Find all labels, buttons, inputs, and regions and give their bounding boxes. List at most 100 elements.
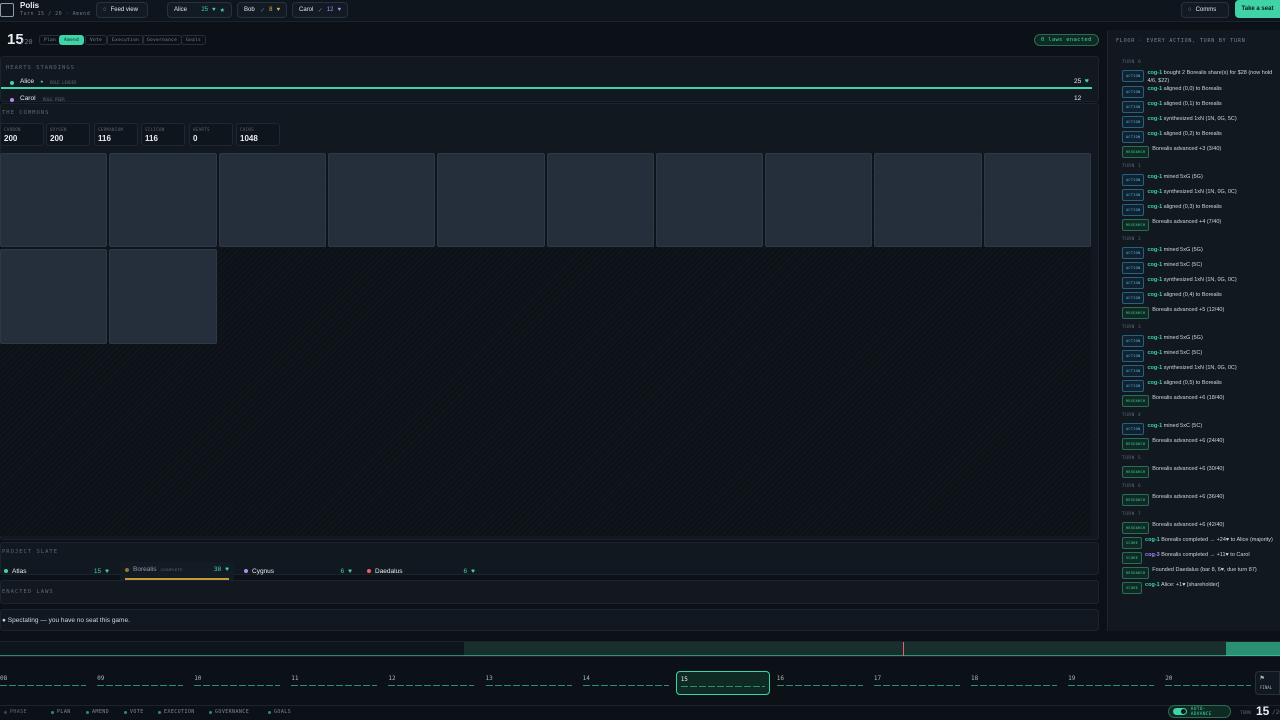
grid-cell[interactable] bbox=[109, 249, 217, 344]
player-pill-carol[interactable]: Carol ✓ 12 ♥ bbox=[292, 2, 348, 18]
grid-cell[interactable] bbox=[547, 346, 654, 440]
feed-entry-text: Borealis completed → +24♥ to Alice (majo… bbox=[1161, 537, 1273, 543]
feed-turn-label: TURN 7 bbox=[1122, 512, 1142, 517]
grid-cell[interactable] bbox=[0, 442, 107, 536]
grid-cell[interactable] bbox=[109, 346, 216, 440]
phase-tab-goals[interactable]: Goals bbox=[181, 35, 207, 45]
comms-button[interactable]: ◌ Comms bbox=[1181, 2, 1229, 18]
grid-cell[interactable] bbox=[0, 249, 108, 344]
feed-entry-tag: RESEARCH bbox=[1122, 219, 1150, 231]
grid-cell[interactable] bbox=[874, 249, 981, 343]
app-subtitle: Turn 15 / 20 · Amend bbox=[20, 11, 91, 17]
timeline-turn-progress bbox=[485, 685, 572, 686]
timeline-turn-16[interactable]: 16 bbox=[773, 671, 867, 695]
grid-cell[interactable] bbox=[218, 153, 326, 248]
grid-cell[interactable] bbox=[874, 346, 981, 440]
grid-cell[interactable] bbox=[984, 249, 1091, 343]
grid-cell[interactable] bbox=[437, 346, 544, 440]
feed-entry: RESEARCH Borealis advanced +6 (24/40) bbox=[1122, 437, 1278, 452]
grid-cell[interactable] bbox=[327, 153, 436, 248]
scrubber-playhead[interactable] bbox=[903, 642, 904, 656]
bottom-turn-value: 15 bbox=[1256, 704, 1270, 718]
grid-cell[interactable] bbox=[437, 249, 544, 343]
final-turn-button[interactable]: ⚑ FINAL bbox=[1255, 671, 1280, 695]
feed-entry: ACTION cog-1 aligned (0,5) to Borealis bbox=[1122, 379, 1278, 394]
feed-view-button[interactable]: ◌ Feed view bbox=[96, 2, 148, 18]
grid-cell[interactable] bbox=[219, 442, 326, 536]
timeline-turn-20[interactable]: 20 bbox=[1161, 671, 1255, 695]
player-pill-alice[interactable]: Alice 25 ♥ ★ bbox=[167, 2, 232, 18]
timeline-turn-09[interactable]: 09 bbox=[93, 671, 187, 695]
phase-tab-governance[interactable]: Governance bbox=[142, 35, 183, 45]
player-pill-bob[interactable]: Bob ✓ 8 ♥ bbox=[237, 2, 287, 18]
timeline-turn-13[interactable]: 13 bbox=[482, 671, 576, 695]
grid-cell[interactable] bbox=[0, 153, 108, 248]
project-daedalus[interactable]: Daedalus 6 ♥ bbox=[367, 564, 475, 578]
grid-cell[interactable] bbox=[984, 346, 1091, 440]
grid-cell[interactable] bbox=[219, 346, 326, 440]
timeline-turn-11[interactable]: 11 bbox=[287, 671, 381, 695]
grid-cell[interactable] bbox=[328, 249, 435, 343]
bottom-phase-execution[interactable]: EXECUTION bbox=[158, 709, 195, 715]
chat-icon: ◌ bbox=[1188, 7, 1192, 13]
grid-cell[interactable] bbox=[765, 153, 873, 248]
bottom-phase-goals[interactable]: GOALS bbox=[268, 709, 291, 715]
feed-entry-tag: ACTION bbox=[1122, 131, 1145, 143]
bottom-phase-governance[interactable]: GOVERNANCE bbox=[209, 709, 249, 715]
bottom-turn-label: TURN bbox=[1240, 711, 1251, 716]
timeline-turn-18[interactable]: 18 bbox=[967, 671, 1061, 695]
grid-cell[interactable] bbox=[546, 153, 654, 248]
timeline-turn-14[interactable]: 14 bbox=[579, 671, 673, 695]
phase-tab-vote[interactable]: Vote bbox=[85, 35, 108, 45]
grid-cell[interactable] bbox=[109, 442, 216, 536]
bottom-phase-plan[interactable]: PLAN bbox=[51, 709, 71, 715]
feed-entry-actor: cog-1 bbox=[1147, 174, 1163, 180]
flag-icon: ⚑ bbox=[1260, 674, 1265, 682]
project-atlas[interactable]: Atlas 15 ♥ bbox=[4, 564, 109, 578]
grid-cell[interactable] bbox=[656, 346, 763, 440]
grid-cell[interactable] bbox=[437, 442, 544, 536]
grid-cell[interactable] bbox=[874, 153, 982, 248]
grid-cell[interactable] bbox=[765, 346, 872, 440]
top-bar: Polis Turn 15 / 20 · Amend ◌ Feed view A… bbox=[0, 0, 1280, 22]
project-dot bbox=[244, 569, 248, 573]
timeline-turn-progress bbox=[388, 685, 475, 686]
timeline-turn-10[interactable]: 10 bbox=[190, 671, 284, 695]
grid-cell[interactable] bbox=[656, 249, 763, 343]
feed-entry: ACTION cog-1 mined 5xC (5C) bbox=[1122, 261, 1278, 276]
grid-cell[interactable] bbox=[984, 442, 1091, 536]
timeline-turn-15[interactable]: 15 bbox=[675, 671, 770, 695]
grid-cell[interactable] bbox=[765, 249, 872, 343]
timeline-scrubber[interactable] bbox=[0, 641, 1280, 657]
grid-cell[interactable] bbox=[655, 153, 764, 248]
timeline-turn-17[interactable]: 17 bbox=[870, 671, 964, 695]
timeline-turn-19[interactable]: 19 bbox=[1064, 671, 1158, 695]
floor-feed[interactable]: FLOOR · EVERY ACTION, TURN BY TURN TURN … bbox=[1107, 30, 1280, 631]
project-cygnus[interactable]: Cygnus 6 ♥ bbox=[244, 564, 352, 578]
star-icon: ★ bbox=[219, 7, 225, 14]
grid-cell[interactable] bbox=[0, 346, 107, 440]
grid-cell[interactable] bbox=[547, 249, 654, 343]
scrubber-window[interactable] bbox=[464, 642, 1280, 656]
grid-cell[interactable] bbox=[328, 346, 435, 440]
grid-cell[interactable] bbox=[983, 153, 1091, 248]
phase-tab-plan[interactable]: Plan bbox=[39, 35, 62, 45]
grid-cell[interactable] bbox=[547, 442, 654, 536]
grid-cell[interactable] bbox=[656, 442, 763, 536]
timeline-turn-12[interactable]: 12 bbox=[384, 671, 478, 695]
grid-cell[interactable] bbox=[109, 153, 217, 248]
feed-entry-text: mined 5xG (5G) bbox=[1163, 174, 1203, 180]
timeline-turn-08[interactable]: 08 bbox=[0, 671, 90, 695]
grid-cell[interactable] bbox=[219, 249, 326, 343]
phase-tab-amend[interactable]: Amend bbox=[59, 35, 85, 45]
grid-cell[interactable] bbox=[874, 442, 981, 536]
take-seat-button[interactable]: Take a seat bbox=[1235, 0, 1280, 18]
grid-cell[interactable] bbox=[437, 153, 545, 248]
grid-cell[interactable] bbox=[765, 442, 872, 536]
phase-tab-execution[interactable]: Execution bbox=[107, 35, 145, 45]
grid-cell[interactable] bbox=[328, 442, 435, 536]
auto-advance-toggle[interactable]: AUTO-ADVANCE bbox=[1168, 705, 1231, 718]
bottom-phase-vote[interactable]: VOTE bbox=[124, 709, 144, 715]
bottom-phase-amend[interactable]: AMEND bbox=[86, 709, 109, 715]
feed-turn-label: TURN 0 bbox=[1122, 60, 1142, 65]
